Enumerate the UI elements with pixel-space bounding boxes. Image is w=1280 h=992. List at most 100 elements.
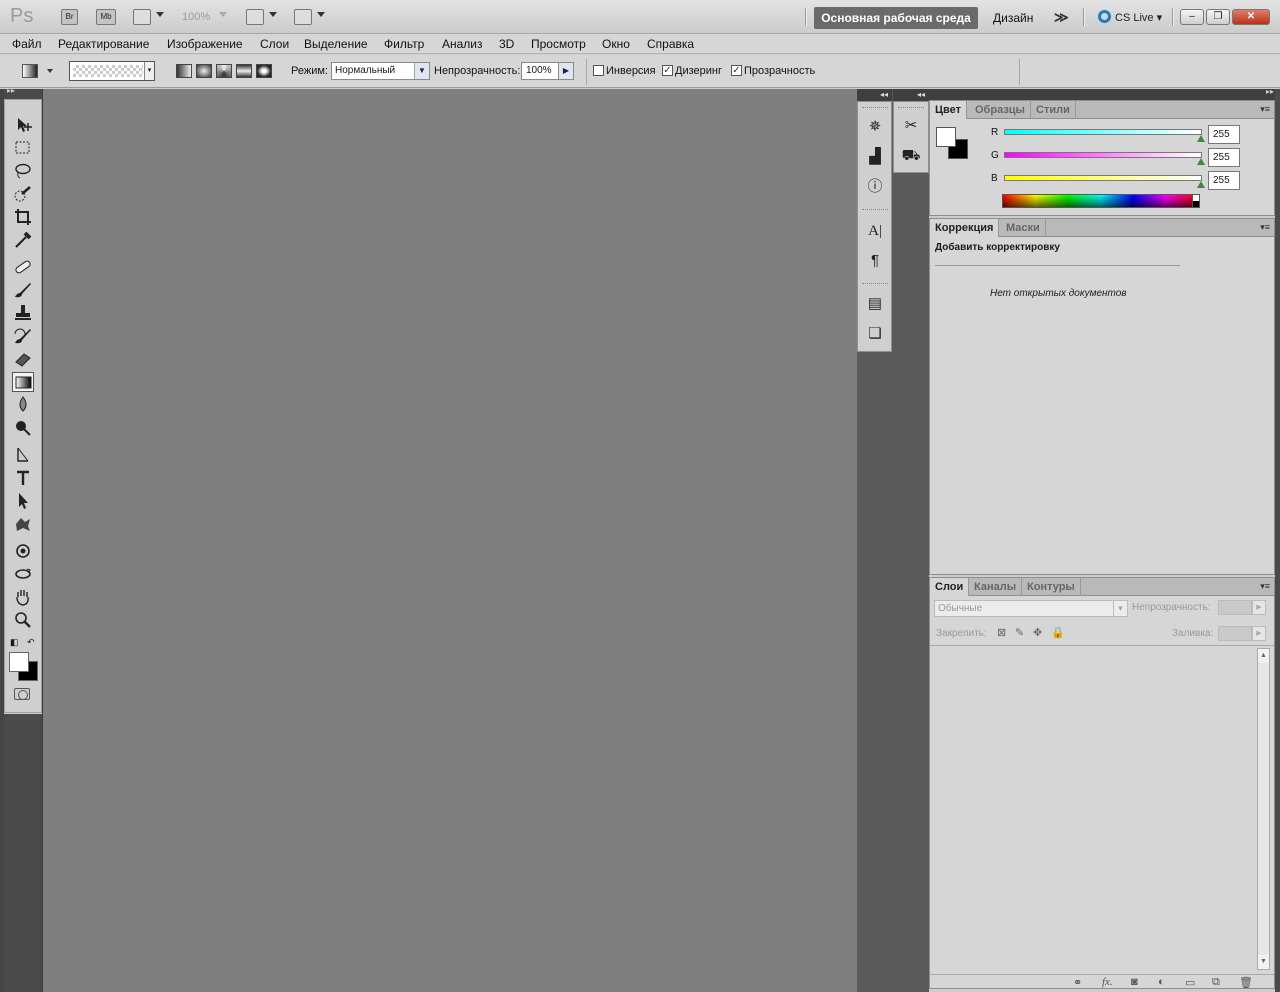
- scroll-up-icon[interactable]: ▲: [1258, 649, 1269, 663]
- eraser-tool-icon[interactable]: [12, 349, 34, 369]
- crop-tool-icon[interactable]: [12, 207, 34, 227]
- notes-icon[interactable]: ▤: [864, 293, 886, 315]
- minimize-button[interactable]: –: [1180, 9, 1204, 25]
- tab-styles[interactable]: Стили: [1031, 101, 1076, 119]
- menu-select[interactable]: Выделение: [304, 37, 368, 51]
- reflected-gradient-button[interactable]: [236, 64, 252, 78]
- opacity-input[interactable]: 100%: [521, 62, 559, 80]
- layer-opacity-input[interactable]: [1218, 600, 1252, 615]
- color-spectrum-bar[interactable]: [1002, 194, 1199, 208]
- zoom-level[interactable]: 100%: [182, 11, 210, 23]
- black-white-swatch[interactable]: [1192, 194, 1200, 208]
- tool-presets-icon[interactable]: ⛟: [900, 145, 922, 167]
- color-foreground-swatch[interactable]: [936, 127, 956, 147]
- fill-slider-button[interactable]: ▶: [1252, 626, 1266, 641]
- quick-mask-icon[interactable]: [14, 688, 30, 700]
- gradient-picker[interactable]: ▾: [69, 61, 155, 81]
- document-canvas-area[interactable]: [42, 89, 857, 992]
- bridge-button[interactable]: Br: [61, 9, 78, 25]
- g-slider-thumb[interactable]: [1197, 158, 1205, 165]
- swap-colors-icon[interactable]: ↶: [27, 637, 35, 648]
- custom-shape-tool-icon[interactable]: [12, 514, 34, 534]
- brush-tool-icon[interactable]: [12, 280, 34, 300]
- panel-menu-icon[interactable]: ▾≡: [1260, 104, 1270, 115]
- diamond-gradient-button[interactable]: [256, 64, 272, 78]
- tab-adjustments[interactable]: Коррекция: [930, 219, 1000, 237]
- brush-presets-icon[interactable]: ✂: [900, 115, 922, 137]
- opacity-slider-button[interactable]: ▶: [558, 62, 574, 80]
- path-selection-tool-icon[interactable]: [12, 491, 34, 511]
- default-colors-icon[interactable]: ◧: [10, 637, 19, 648]
- layers-scrollbar[interactable]: ▲ ▼: [1257, 648, 1270, 970]
- pen-tool-icon[interactable]: [12, 445, 34, 465]
- fill-input[interactable]: [1218, 626, 1252, 641]
- workspace-design-button[interactable]: Дизайн: [993, 11, 1033, 25]
- toolbox-header[interactable]: [4, 86, 42, 99]
- tab-color[interactable]: Цвет: [930, 101, 968, 119]
- character-icon[interactable]: A|: [864, 220, 886, 242]
- chevron-down-icon[interactable]: [156, 12, 164, 17]
- tab-paths[interactable]: Контуры: [1022, 578, 1081, 596]
- chevron-down-icon[interactable]: [317, 12, 325, 17]
- g-value-input[interactable]: 255: [1208, 148, 1240, 167]
- 3d-orbit-tool-icon[interactable]: [12, 564, 34, 584]
- lasso-tool-icon[interactable]: [12, 161, 34, 181]
- clone-source-icon[interactable]: ❏: [864, 323, 886, 345]
- transparency-checkbox[interactable]: ✓: [731, 65, 742, 76]
- layer-style-icon[interactable]: fx.: [1102, 976, 1113, 988]
- b-slider[interactable]: [1004, 175, 1202, 181]
- collapse-dock-icon[interactable]: ◂◂: [893, 89, 929, 101]
- dock-grip[interactable]: [898, 107, 924, 110]
- arrange-documents-icon[interactable]: [246, 9, 264, 25]
- link-layers-icon[interactable]: ⚭: [1073, 976, 1082, 989]
- menu-filter[interactable]: Фильтр: [384, 37, 424, 51]
- b-value-input[interactable]: 255: [1208, 171, 1240, 190]
- history-brush-tool-icon[interactable]: [12, 326, 34, 346]
- marquee-tool-icon[interactable]: [12, 138, 34, 158]
- lock-position-icon[interactable]: ✥: [1033, 626, 1042, 639]
- linear-gradient-button[interactable]: [176, 64, 192, 78]
- 3d-rotate-tool-icon[interactable]: [12, 541, 34, 561]
- menu-edit[interactable]: Редактирование: [58, 37, 149, 51]
- collapse-dock-icon[interactable]: ◂◂: [857, 89, 892, 101]
- dock-grip[interactable]: [862, 209, 888, 212]
- info-icon[interactable]: ⓘ: [864, 176, 886, 198]
- adjustment-layer-icon[interactable]: ◐: [1158, 976, 1165, 988]
- mode-select[interactable]: Нормальный ▼: [331, 62, 430, 80]
- delete-layer-icon[interactable]: 🗑: [1239, 976, 1253, 989]
- hand-tool-icon[interactable]: [12, 587, 34, 607]
- layer-opacity-slider-button[interactable]: ▶: [1252, 600, 1266, 615]
- r-slider[interactable]: [1004, 129, 1202, 135]
- menu-analysis[interactable]: Анализ: [442, 37, 483, 51]
- menu-file[interactable]: Файл: [12, 37, 42, 51]
- lock-pixels-icon[interactable]: ✎: [1015, 626, 1024, 639]
- dither-checkbox[interactable]: ✓: [662, 65, 673, 76]
- new-layer-icon[interactable]: ⧉: [1212, 976, 1220, 989]
- chevron-down-icon[interactable]: [47, 69, 53, 73]
- cs-live-button[interactable]: CS Live ▾: [1098, 10, 1162, 24]
- lock-all-icon[interactable]: 🔒: [1051, 626, 1065, 639]
- tab-channels[interactable]: Каналы: [969, 578, 1023, 596]
- tool-preset-picker[interactable]: [22, 64, 38, 78]
- paragraph-icon[interactable]: ¶: [864, 250, 886, 272]
- zoom-tool-icon[interactable]: [12, 610, 34, 630]
- chevron-down-icon[interactable]: ▾: [144, 62, 154, 80]
- scroll-down-icon[interactable]: ▼: [1258, 955, 1269, 969]
- panel-dock-header[interactable]: [929, 87, 1280, 100]
- radial-gradient-button[interactable]: [196, 64, 212, 78]
- quick-selection-tool-icon[interactable]: [12, 184, 34, 204]
- layers-list[interactable]: [932, 648, 1256, 970]
- more-workspaces-button[interactable]: ≫: [1054, 9, 1069, 26]
- new-group-icon[interactable]: ▭: [1185, 976, 1195, 989]
- inverse-checkbox[interactable]: [593, 65, 604, 76]
- menu-help[interactable]: Справка: [647, 37, 694, 51]
- workspace-essentials-button[interactable]: Основная рабочая среда: [814, 7, 978, 29]
- navigator-icon[interactable]: ✵: [864, 116, 886, 138]
- lock-transparent-icon[interactable]: ⊠: [997, 626, 1006, 639]
- clone-stamp-tool-icon[interactable]: [12, 303, 34, 323]
- panel-menu-icon[interactable]: ▾≡: [1260, 581, 1270, 592]
- histogram-icon[interactable]: ▟: [864, 146, 886, 168]
- mini-bridge-button[interactable]: Mb: [96, 9, 116, 25]
- blend-mode-select[interactable]: Обычные ▼: [934, 600, 1128, 617]
- tab-masks[interactable]: Маски: [1001, 219, 1046, 237]
